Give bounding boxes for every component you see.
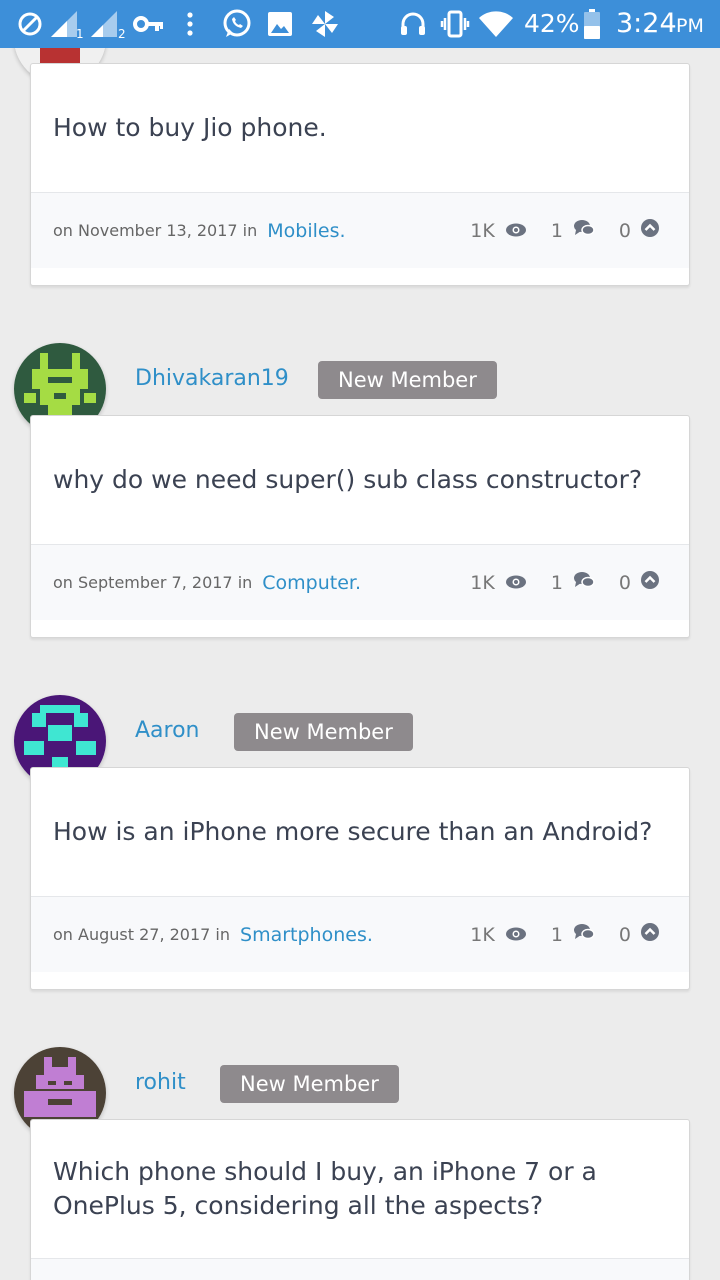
category-link[interactable]: Mobiles. <box>267 220 345 242</box>
comments-icon <box>573 571 595 594</box>
member-badge: New Member <box>318 361 497 399</box>
upvote-icon[interactable] <box>641 571 659 594</box>
sim2-label: 2 <box>118 27 126 41</box>
question-date: on August 27, 2017 in <box>53 925 231 944</box>
answers-stat: 1 <box>551 923 595 946</box>
question-date: on November 13, 2017 in <box>53 221 258 240</box>
clock-ampm: PM <box>676 15 704 37</box>
signal-sim2-icon <box>88 0 122 48</box>
gallery-image-icon <box>264 0 296 48</box>
eye-icon <box>505 572 527 594</box>
member-badge: New Member <box>234 713 413 751</box>
comments-icon <box>573 923 595 946</box>
question-title[interactable]: How is an iPhone more secure than an And… <box>31 768 689 896</box>
vibrate-icon <box>440 0 470 48</box>
views-stat: 1K <box>470 924 527 946</box>
clock-time: 3:24 <box>616 8 677 39</box>
status-bar: 1 2 42% 3:24 PM <box>0 0 720 48</box>
votes-count: 0 <box>618 923 631 946</box>
whatsapp-icon <box>220 0 254 48</box>
question-meta: on August 27, 2017 in Smartphones. 1K 1 … <box>31 896 689 972</box>
views-count: 1K <box>470 571 495 594</box>
question-meta: on September 7, 2017 in Computer. 1K 1 0 <box>31 544 689 620</box>
answers-count: 1 <box>550 923 563 946</box>
question-card: How is an iPhone more secure than an And… <box>30 767 690 990</box>
battery-percent: 42% <box>524 9 580 38</box>
vpn-key-icon <box>132 0 166 48</box>
votes-stat: 0 <box>619 219 659 242</box>
sim1-label: 1 <box>76 27 84 41</box>
answers-stat: 1 <box>551 571 595 594</box>
question-card: Which phone should I buy, an iPhone 7 or… <box>30 1119 690 1280</box>
answers-count: 1 <box>550 571 563 594</box>
member-badge: New Member <box>220 1065 399 1103</box>
question-title[interactable]: Which phone should I buy, an iPhone 7 or… <box>31 1120 689 1258</box>
question-date: on September 7, 2017 in <box>53 573 253 592</box>
votes-stat: 0 <box>619 923 659 946</box>
category-link[interactable]: Smartphones. <box>240 924 373 946</box>
battery-icon <box>582 0 602 48</box>
username-link[interactable]: Aaron <box>135 712 200 750</box>
question-card: How to buy Jio phone. on November 13, 20… <box>30 63 690 286</box>
wifi-icon <box>478 0 514 48</box>
more-dots-icon <box>184 0 196 48</box>
question-meta: on November 13, 2017 in Mobiles. 1K 1 0 <box>31 192 689 268</box>
votes-count: 0 <box>618 571 631 594</box>
eye-icon <box>505 220 527 242</box>
headset-icon <box>398 0 428 48</box>
question-card: why do we need super() sub class constru… <box>30 415 690 638</box>
question-title[interactable]: why do we need super() sub class constru… <box>31 416 689 544</box>
username-link[interactable]: rohit <box>135 1064 186 1102</box>
answers-stat: 1 <box>551 219 595 242</box>
category-link[interactable]: Computer. <box>262 572 361 594</box>
views-stat: 1K <box>470 572 527 594</box>
views-stat: 1K <box>470 220 527 242</box>
question-meta <box>31 1258 689 1280</box>
votes-count: 0 <box>618 219 631 242</box>
do-not-disturb-icon <box>16 0 44 48</box>
views-count: 1K <box>470 219 495 242</box>
answers-count: 1 <box>550 219 563 242</box>
votes-stat: 0 <box>619 571 659 594</box>
pinwheel-app-icon <box>308 0 342 48</box>
comments-icon <box>573 219 595 242</box>
upvote-icon[interactable] <box>641 219 659 242</box>
question-title[interactable]: How to buy Jio phone. <box>31 64 689 192</box>
eye-icon <box>505 924 527 946</box>
username-link[interactable]: Dhivakaran19 <box>135 360 289 398</box>
upvote-icon[interactable] <box>641 923 659 946</box>
views-count: 1K <box>470 923 495 946</box>
